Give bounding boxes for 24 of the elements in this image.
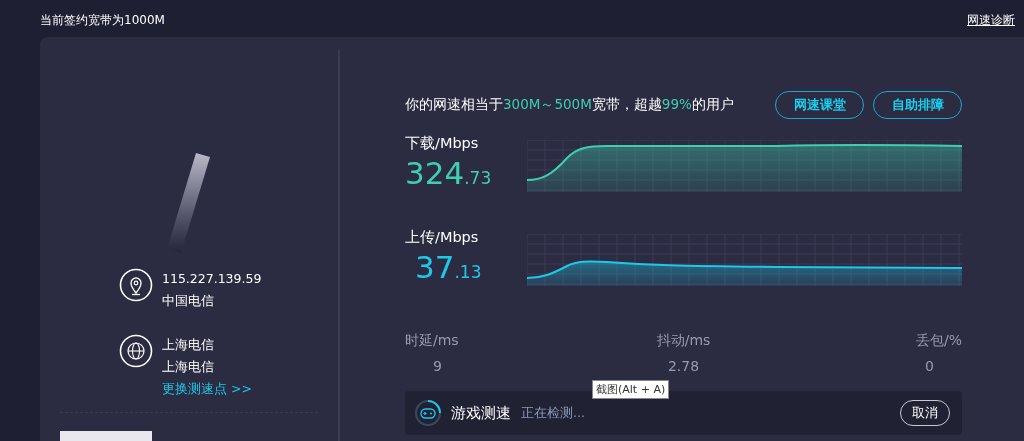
location-pin-icon	[119, 268, 153, 302]
download-speed-value: 324.73	[405, 154, 493, 193]
metric-value: 9	[432, 358, 443, 374]
diagnosis-report-link[interactable]: 网速诊断	[967, 12, 1015, 29]
change-server-link[interactable]: 更换测速点 >>	[162, 378, 252, 400]
upload-label: 上传/Mbps	[405, 228, 480, 247]
metric-label: 抖动/ms	[656, 332, 711, 350]
game-test-title: 游戏测速	[451, 403, 511, 423]
globe-icon	[119, 334, 153, 368]
speed-summary-text: 你的网速相当于300M～500M宽带，超越99%的用户	[405, 96, 735, 114]
isp-name: 中国电信	[162, 292, 215, 310]
metric-label: 丢包/%	[915, 332, 962, 350]
ip-address: 115.227.139.59	[162, 270, 262, 288]
metric-label: 时延/ms	[405, 332, 459, 350]
metric-value: 2.78	[667, 358, 700, 374]
upload-speed-value: 37.13	[415, 248, 483, 287]
game-test-status: 正在检测...	[521, 404, 585, 422]
download-label: 下载/Mbps	[405, 134, 480, 153]
server-name: 上海电信	[162, 336, 215, 354]
gamepad-icon	[415, 400, 441, 426]
server-isp: 上海电信	[162, 358, 215, 376]
contract-bandwidth-text: 当前签约宽带为1000M	[40, 12, 165, 29]
screenshot-tooltip: 截图(Alt + A)	[592, 380, 670, 399]
metric-value: 0	[924, 358, 935, 374]
